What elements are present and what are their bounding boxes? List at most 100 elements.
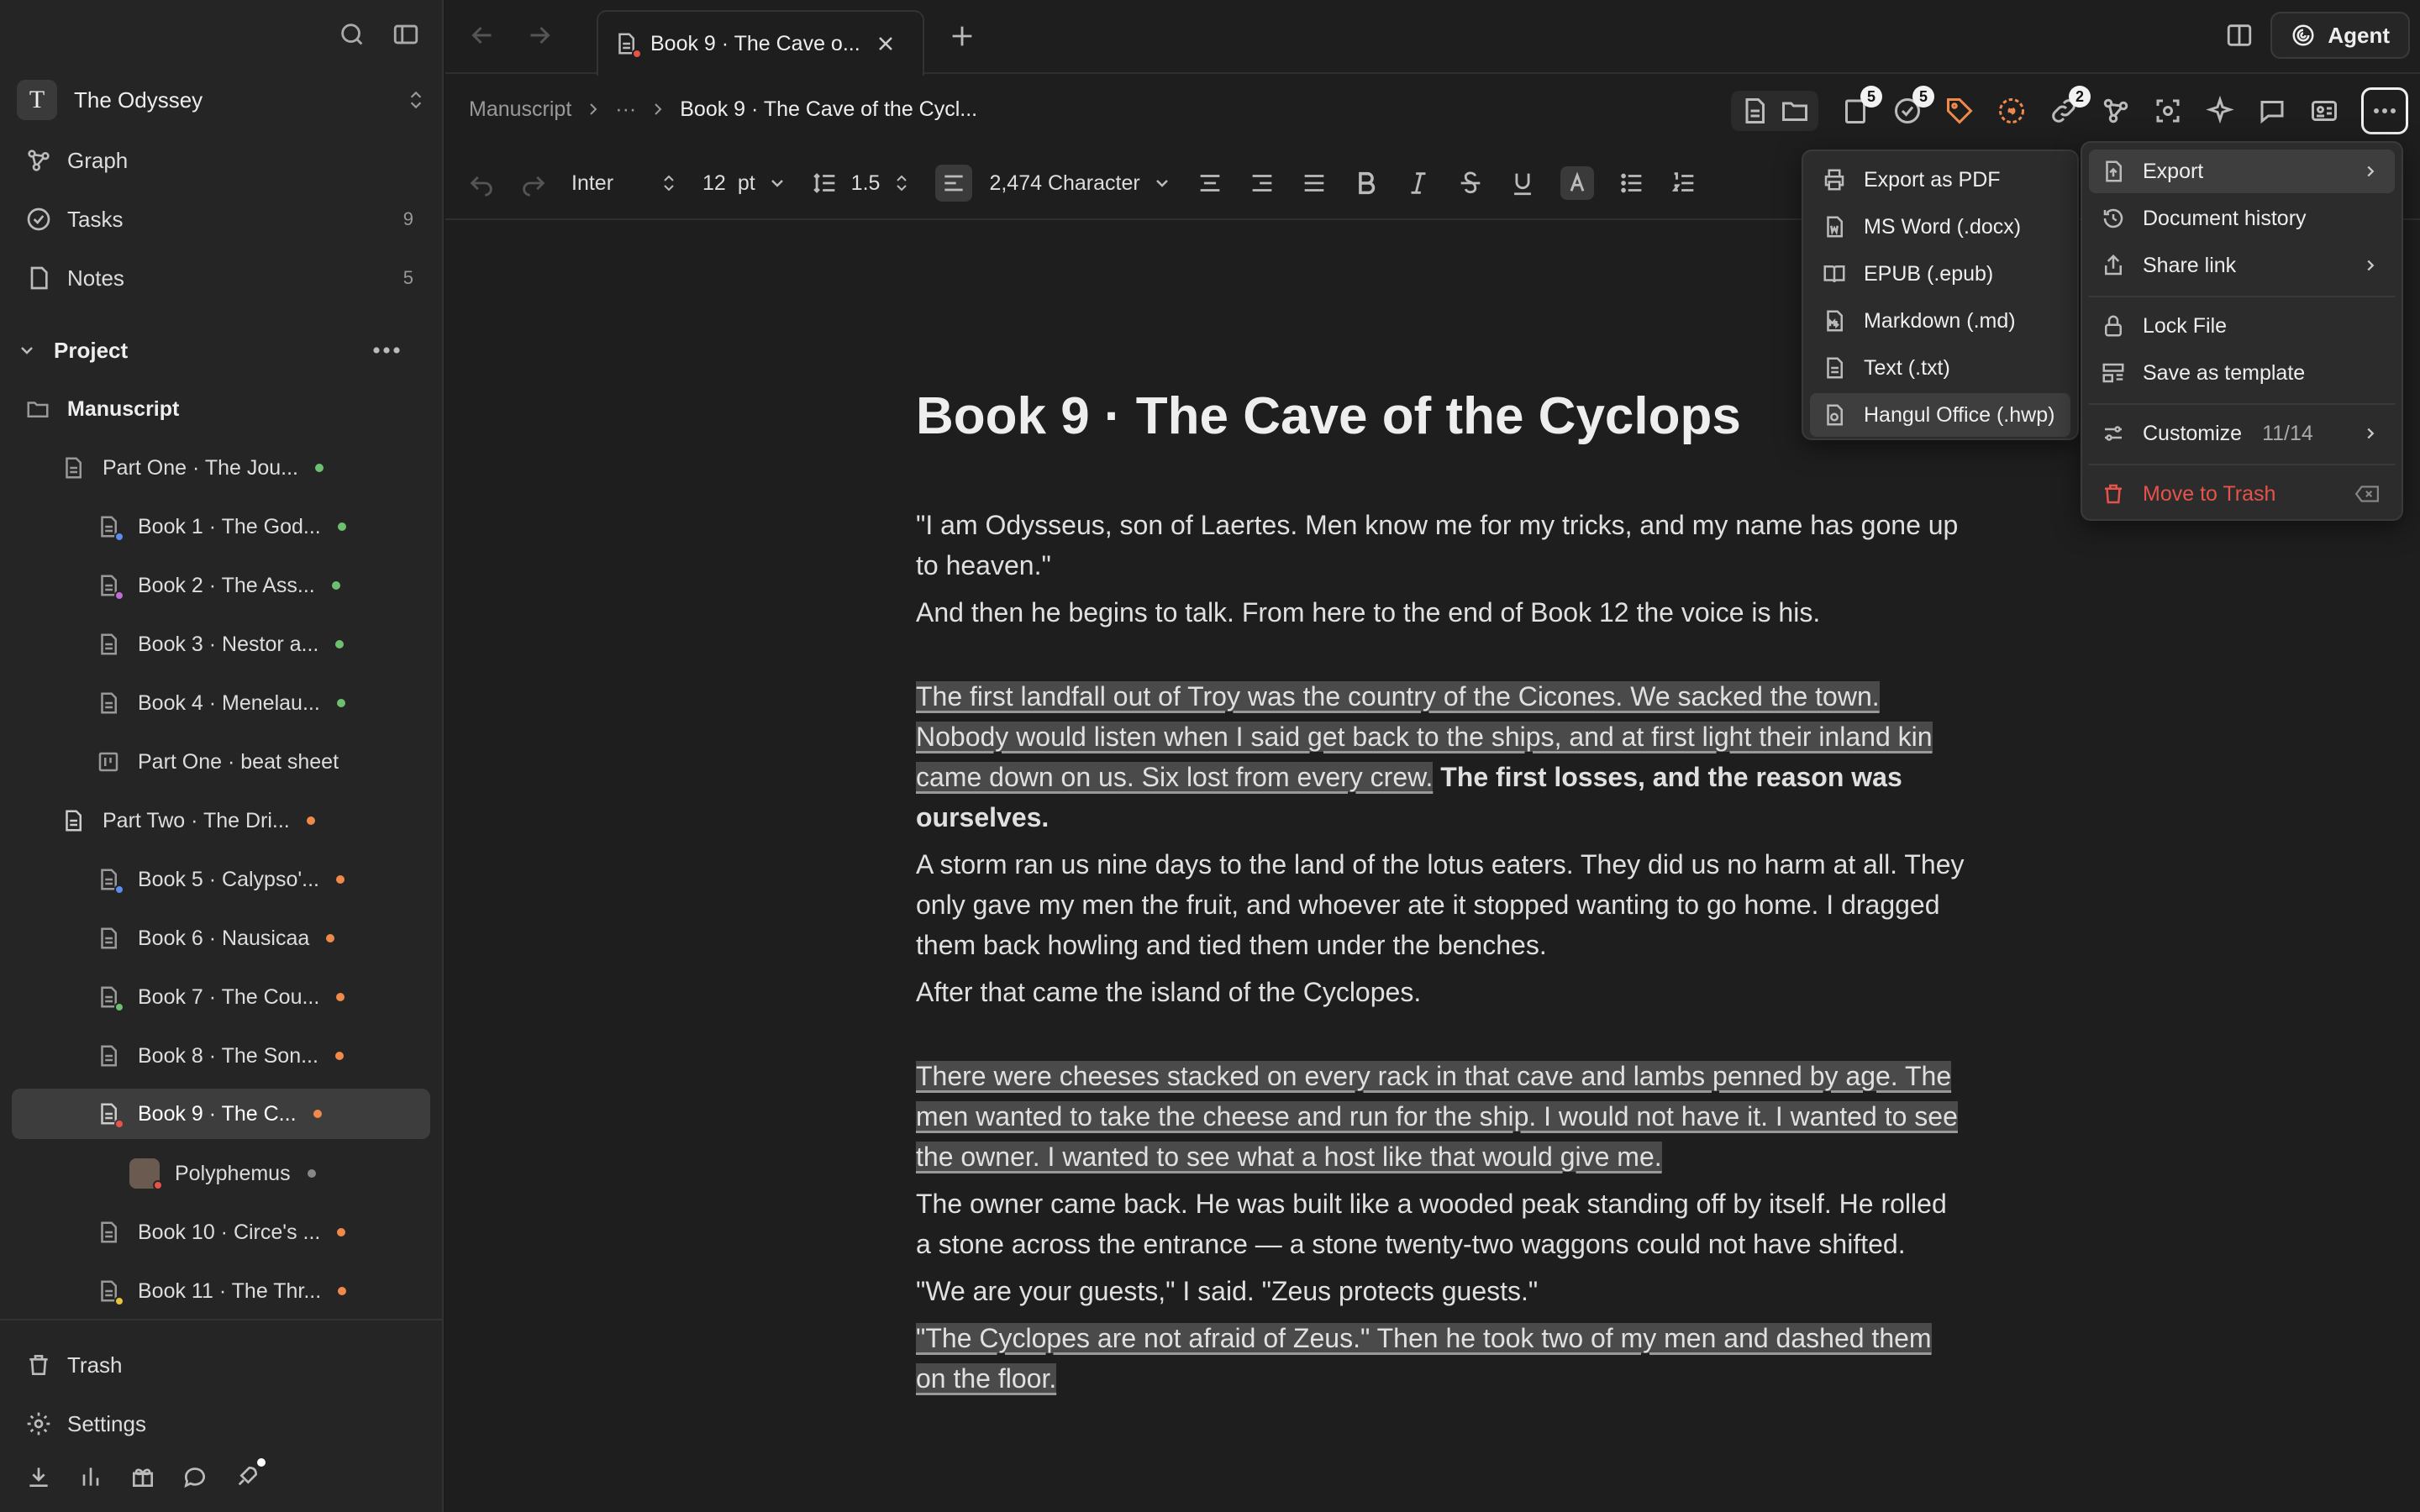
paragraph[interactable]: There were cheeses stacked on every rack… — [916, 1056, 1966, 1177]
paragraph[interactable]: The first landfall out of Troy was the c… — [916, 676, 1966, 837]
sidebar-item-notes[interactable]: Notes 5 — [25, 257, 427, 299]
rocket-icon[interactable] — [234, 1458, 266, 1490]
tree-item-book-4[interactable]: Book 4 · Menelau... — [96, 678, 345, 728]
tree-item-part-two[interactable]: Part Two · The Dri... — [60, 795, 315, 846]
document-body[interactable]: Book 9 · The Cave of the Cyclops "I am O… — [916, 386, 1966, 1405]
plus-icon[interactable] — [948, 22, 976, 50]
tab-book-9[interactable]: Book 9 · The Cave o... — [597, 10, 924, 76]
sidebar-toggle-icon[interactable] — [392, 20, 420, 49]
chevron-right-icon — [2361, 162, 2380, 181]
chevron-down-icon[interactable] — [767, 173, 787, 193]
tree-item-book-6[interactable]: Book 6 · Nausicaa — [96, 913, 335, 963]
tree-item-book-11[interactable]: Book 11 · The Thr... — [96, 1266, 347, 1316]
focus-icon[interactable] — [2153, 96, 2183, 126]
split-view-icon[interactable] — [2225, 21, 2254, 50]
export-md-item[interactable]: Markdown (.md) — [1810, 299, 2070, 343]
document-view-icon[interactable] — [1739, 96, 1770, 126]
status-circle-icon[interactable] — [1996, 96, 2027, 126]
tasks-check-icon[interactable]: 5 — [1892, 86, 1934, 126]
align-left-icon[interactable] — [935, 165, 973, 202]
close-icon[interactable] — [876, 34, 896, 54]
character-count[interactable]: 2,474 Character — [989, 171, 1139, 196]
id-card-icon[interactable] — [2309, 96, 2339, 126]
tree-item-book-10[interactable]: Book 10 · Circe's ... — [96, 1207, 346, 1257]
back-arrow-icon[interactable] — [467, 20, 497, 50]
tree-item-book-1[interactable]: Book 1 · The God... — [96, 501, 346, 552]
sidebar-item-trash[interactable]: Trash — [25, 1344, 427, 1386]
paragraph[interactable]: "We are your guests," I said. "Zeus prot… — [916, 1271, 1966, 1311]
sparkle-icon[interactable] — [2205, 96, 2235, 126]
numbered-list-icon[interactable] — [1670, 169, 1698, 197]
export-hwp-item[interactable]: Hangul Office (.hwp) — [1810, 393, 2070, 437]
export-epub-item[interactable]: EPUB (.epub) — [1810, 252, 2070, 296]
redo-icon[interactable] — [519, 169, 548, 197]
tree-item-book-3[interactable]: Book 3 · Nestor a... — [96, 619, 345, 669]
workspace-switcher[interactable]: T The Odyssey — [17, 79, 427, 121]
tree-item-book-8[interactable]: Book 8 · The Son... — [96, 1031, 344, 1081]
export-txt-item[interactable]: Text (.txt) — [1810, 346, 2070, 390]
menu-export[interactable]: Export — [2089, 150, 2395, 193]
more-options-button[interactable] — [2361, 87, 2408, 134]
menu-save-template[interactable]: Save as template — [2089, 351, 2395, 395]
tree-item-book-5[interactable]: Book 5 · Calypso'... — [96, 854, 345, 905]
align-center-icon[interactable] — [1196, 169, 1224, 197]
font-size-value[interactable]: 12 — [702, 171, 726, 196]
strikethrough-icon[interactable] — [1456, 169, 1485, 197]
highlighted-text[interactable]: There were cheeses stacked on every rack… — [916, 1061, 1958, 1172]
undo-icon[interactable] — [467, 169, 496, 197]
align-justify-icon[interactable] — [1300, 169, 1328, 197]
gift-icon[interactable] — [129, 1463, 156, 1490]
menu-document-history[interactable]: Document history — [2089, 197, 2395, 240]
tree-item-part-one[interactable]: Part One · The Jou... — [60, 443, 324, 493]
sidebar-item-settings[interactable]: Settings — [25, 1403, 427, 1445]
tree-item-polyphemus[interactable]: Polyphemus — [129, 1148, 316, 1199]
tree-item-book-7[interactable]: Book 7 · The Cou... — [96, 972, 345, 1022]
paragraph[interactable]: After that came the island of the Cyclop… — [916, 972, 1966, 1012]
highlighted-text[interactable]: "The Cyclopes are not afraid of Zeus." T… — [916, 1323, 1932, 1394]
download-icon[interactable] — [25, 1463, 52, 1490]
more-horizontal-icon[interactable] — [371, 340, 402, 360]
chat-icon[interactable] — [182, 1463, 208, 1490]
project-section-header[interactable]: Project — [17, 329, 427, 371]
breadcrumb-root[interactable]: Manuscript — [469, 97, 571, 122]
graph-view-icon[interactable] — [2101, 96, 2131, 126]
bullet-list-icon[interactable] — [1618, 169, 1646, 197]
word-file-icon — [1822, 214, 1847, 239]
sidebar-item-tasks[interactable]: Tasks 9 — [25, 198, 427, 240]
export-docx-item[interactable]: MS Word (.docx) — [1810, 205, 2070, 249]
comment-icon[interactable] — [2257, 96, 2287, 126]
pages-icon[interactable]: 5 — [1840, 86, 1882, 126]
paragraph[interactable]: The owner came back. He was built like a… — [916, 1184, 1966, 1264]
link-icon[interactable]: 2 — [2049, 86, 2091, 126]
chevron-down-icon[interactable] — [1152, 173, 1172, 193]
stats-icon[interactable] — [77, 1463, 104, 1490]
paragraph[interactable]: And then he begins to talk. From here to… — [916, 592, 1966, 633]
tag-icon[interactable] — [1944, 96, 1975, 126]
breadcrumb-ellipsis[interactable]: ··· — [615, 97, 636, 122]
underline-icon[interactable] — [1508, 169, 1537, 197]
tree-item-book-9[interactable]: Book 9 · The C... — [12, 1089, 430, 1139]
sidebar-item-graph[interactable]: Graph — [25, 139, 427, 181]
paragraph[interactable]: A storm ran us nine days to the land of … — [916, 844, 1966, 965]
forward-arrow-icon[interactable] — [524, 20, 555, 50]
paragraph[interactable]: "I am Odysseus, son of Laertes. Men know… — [916, 505, 1966, 585]
bold-icon[interactable] — [1352, 169, 1381, 197]
folder-view-icon[interactable] — [1780, 96, 1810, 126]
text-color-icon[interactable] — [1560, 166, 1594, 200]
menu-customize[interactable]: Customize 11/14 — [2089, 412, 2395, 455]
tree-item-beat-sheet[interactable]: Part One · beat sheet — [96, 737, 339, 787]
search-icon[interactable] — [338, 20, 366, 49]
menu-share-link[interactable]: Share link — [2089, 244, 2395, 287]
line-height-value[interactable]: 1.5 — [851, 171, 881, 196]
export-pdf-item[interactable]: Export as PDF — [1810, 158, 2070, 202]
tree-item-book-2[interactable]: Book 2 · The Ass... — [96, 560, 340, 611]
paragraph[interactable]: "The Cyclopes are not afraid of Zeus." T… — [916, 1318, 1966, 1399]
status-dot — [331, 581, 340, 590]
menu-move-to-trash[interactable]: Move to Trash — [2089, 472, 2395, 516]
menu-lock-file[interactable]: Lock File — [2089, 304, 2395, 348]
align-right-icon[interactable] — [1248, 169, 1276, 197]
italic-icon[interactable] — [1404, 169, 1433, 197]
tree-item-manuscript[interactable]: Manuscript — [25, 384, 427, 434]
agent-button[interactable]: Agent — [2270, 12, 2410, 59]
font-family-select[interactable]: Inter — [571, 171, 647, 196]
